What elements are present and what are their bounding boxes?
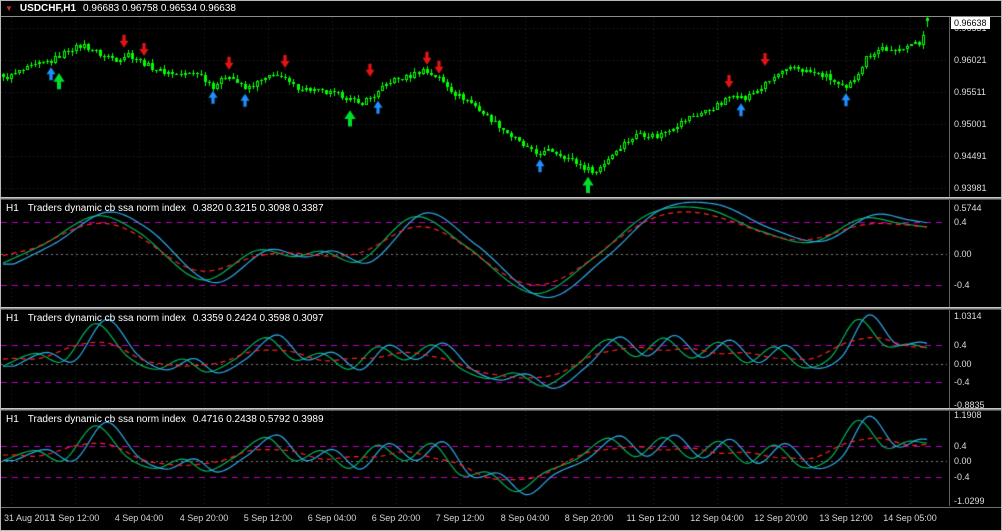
panel-splitter[interactable] xyxy=(1,197,1001,200)
indicator-axis-label: 0.4 xyxy=(954,340,967,350)
panel-splitter[interactable] xyxy=(1,307,1001,310)
indicator-axis-label: 0.4 xyxy=(954,216,967,227)
indicator-values: 0.3820 0.3215 0.3098 0.3387 xyxy=(192,203,324,214)
price-axis-label: 0.93981 xyxy=(954,183,987,194)
panel-splitter[interactable] xyxy=(1,408,1001,411)
indicator-axis-label: 0.4 xyxy=(954,440,967,451)
indicator-timeframe: H1 xyxy=(6,203,19,214)
time-axis-label: 14 Sep 05:00 xyxy=(883,513,937,523)
indicator-1-canvas[interactable] xyxy=(1,200,949,307)
symbol-timeframe-label: USDCHF,H1 xyxy=(19,3,77,14)
time-axis-label: 12 Sep 20:00 xyxy=(754,513,808,523)
time-axis-label: 6 Sep 04:00 xyxy=(307,513,357,523)
indicator-3-canvas[interactable] xyxy=(1,411,949,506)
price-axis-label: 0.95511 xyxy=(954,86,986,97)
time-axis-label: 1 Sep 12:00 xyxy=(50,513,100,523)
indicator-axis-label: 0.00 xyxy=(954,358,972,369)
chart-title-bar: ▼ USDCHF,H1 0.96683 0.96758 0.96534 0.96… xyxy=(1,1,1001,17)
time-axis-label: 5 Sep 12:00 xyxy=(243,513,293,523)
chart-window: ▼ USDCHF,H1 0.96683 0.96758 0.96534 0.96… xyxy=(0,0,1002,531)
indicator-axis-label: 0.5744 xyxy=(954,202,982,213)
time-axis-label: 11 Sep 12:00 xyxy=(626,513,680,523)
indicator-axis-label: -0.4 xyxy=(954,280,970,291)
indicator-name: Traders dynamic cb ssa norm index xyxy=(27,414,186,425)
window-marker-icon: ▼ xyxy=(5,3,13,13)
indicator-axis-label: -0.4 xyxy=(954,377,970,388)
indicator-2-label: H1 Traders dynamic cb ssa norm index 0.335… xyxy=(6,313,324,324)
indicator-axis-label: -1.0299 xyxy=(954,496,985,507)
indicator-name: Traders dynamic cb ssa norm index xyxy=(27,203,186,214)
indicator-1-label: H1 Traders dynamic cb ssa norm index 0.382… xyxy=(6,203,324,214)
indicator-name: Traders dynamic cb ssa norm index xyxy=(27,313,186,324)
indicator-axis-label: 0.00 xyxy=(954,456,972,467)
price-axis-label: 0.95001 xyxy=(954,118,987,129)
time-axis-label: 7 Sep 12:00 xyxy=(435,513,485,523)
indicator-values: 0.4716 0.2438 0.5792 0.3989 xyxy=(192,414,324,425)
time-axis-label: 12 Sep 04:00 xyxy=(690,513,744,523)
indicator-axis-label: 1.0314 xyxy=(954,310,982,321)
indicator-2-canvas[interactable] xyxy=(1,310,949,408)
indicator-axis-label: 0.00 xyxy=(954,248,972,259)
price-axis-label: 0.96021 xyxy=(954,54,987,65)
time-axis-label: 4 Sep 20:00 xyxy=(179,513,229,523)
time-axis-label: 31 Aug 2017 xyxy=(4,513,55,523)
indicator-timeframe: H1 xyxy=(6,313,19,324)
price-scale[interactable]: 0.965310.960210.955110.950010.944910.939… xyxy=(949,17,1001,506)
title-ohlc-values: 0.96683 0.96758 0.96534 0.96638 xyxy=(83,3,236,14)
price-axis-label: 0.94491 xyxy=(954,151,987,162)
time-scale[interactable]: 31 Aug 2017 1 Sep 12:00 4 Sep 04:00 4 Sep 2… xyxy=(1,507,1001,530)
indicator-axis-label: -0.4 xyxy=(954,471,970,482)
main-price-canvas[interactable] xyxy=(1,17,949,197)
time-axis-label: 6 Sep 20:00 xyxy=(371,513,421,523)
time-axis-label: 8 Sep 20:00 xyxy=(564,513,614,523)
time-axis-label: 13 Sep 12:00 xyxy=(819,513,873,523)
indicator-3-label: H1 Traders dynamic cb ssa norm index 0.471… xyxy=(6,414,324,425)
time-axis-label: 4 Sep 04:00 xyxy=(114,513,164,523)
time-axis-label: 8 Sep 04:00 xyxy=(500,513,550,523)
indicator-values: 0.3359 0.2424 0.3598 0.3097 xyxy=(192,313,324,324)
indicator-axis-label: 1.1908 xyxy=(954,410,982,421)
last-price-tag: 0.96638 xyxy=(951,17,990,29)
indicator-timeframe: H1 xyxy=(6,414,19,425)
